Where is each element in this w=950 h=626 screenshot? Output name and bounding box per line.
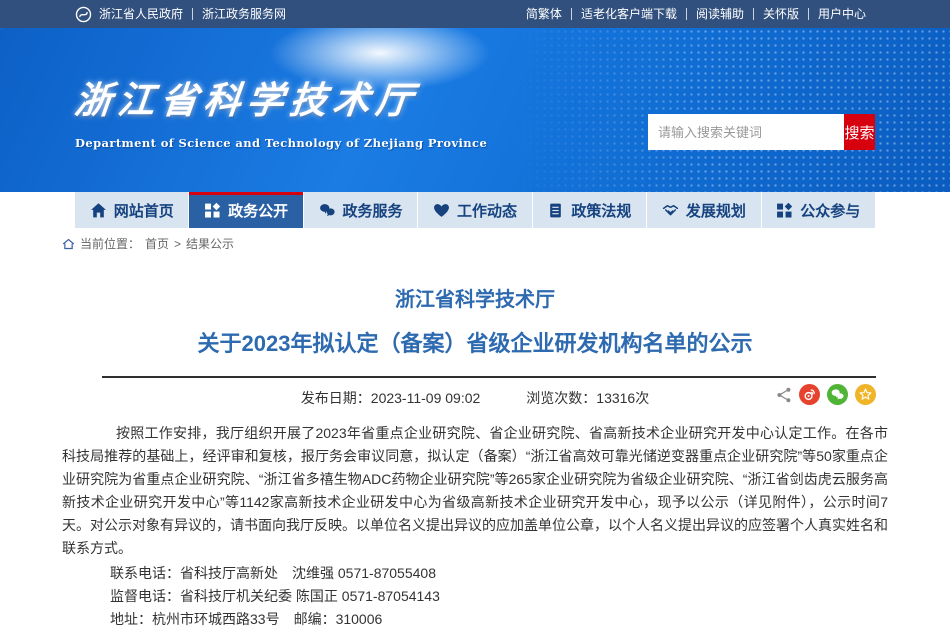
site-search: 搜索: [648, 114, 875, 150]
world-map-dots-decoration: [513, 28, 950, 192]
nav-label: 网站首页: [114, 200, 174, 221]
top-utility-bar: 浙江省人民政府 浙江政务服务网 简繁体 适老化客户端下载 阅读辅助 关怀版 用户…: [0, 0, 950, 28]
nav-item-gov-open[interactable]: 政务公开: [188, 192, 302, 228]
share-nodes-icon[interactable]: [775, 386, 792, 403]
article-title-line2: 关于2023年拟认定（备案）省级企业研发机构名单的公示: [62, 326, 888, 358]
home-small-icon: [62, 238, 75, 250]
search-button[interactable]: 搜索: [844, 114, 875, 150]
link-simplified-traditional[interactable]: 简繁体: [517, 8, 571, 20]
article-meta: 发布日期：2023-11-09 09:02 浏览次数：13316次: [62, 378, 888, 414]
nav-label: 政务服务: [343, 200, 403, 221]
weibo-share-icon[interactable]: [799, 384, 820, 405]
nav-label: 发展规划: [686, 200, 746, 221]
publish-date-label: 发布日期：: [301, 390, 371, 406]
link-zhejiang-service[interactable]: 浙江政务服务网: [192, 8, 295, 20]
nav-item-policy[interactable]: 政策法规: [532, 192, 646, 228]
nav-item-gov-service[interactable]: 政务服务: [303, 192, 417, 228]
gov-open-icon: [204, 202, 221, 219]
site-title-cn: 浙江省科学技术厅: [72, 70, 490, 124]
article-paragraph: 按照工作安排，我厅组织开展了2023年省重点企业研究院、省企业研究院、省高新技术…: [62, 422, 888, 560]
site-logo: 浙江省科学技术厅 Department of Science and Techn…: [75, 70, 487, 150]
article-title-line1: 浙江省科学技术厅: [62, 283, 888, 312]
breadcrumb: 当前位置： 首页 > 结果公示: [62, 228, 888, 257]
view-count-label: 浏览次数：: [526, 390, 596, 406]
view-count-value: 13316次: [596, 390, 649, 406]
share-toolbar: [775, 384, 876, 405]
publish-date-value: 2023-11-09 09:02: [371, 390, 481, 406]
heart-icon: [433, 202, 450, 219]
view-count: 浏览次数：13316次: [526, 388, 649, 408]
breadcrumb-home[interactable]: 首页: [145, 235, 169, 252]
contact-phone-line: 联系电话：省科技厅高新处 沈维强 0571-87055408: [110, 562, 888, 585]
document-icon: [547, 202, 564, 219]
breadcrumb-current[interactable]: 结果公示: [186, 235, 234, 252]
link-accessibility-client[interactable]: 适老化客户端下载: [571, 8, 686, 20]
breadcrumb-separator: >: [174, 237, 181, 251]
contact-info: 联系电话：省科技厅高新处 沈维强 0571-87055408 监督电话：省科技厅…: [62, 562, 888, 626]
article-content: 浙江省科学技术厅 关于2023年拟认定（备案）省级企业研发机构名单的公示 发布日…: [62, 283, 888, 626]
site-banner: 浙江省科学技术厅 Department of Science and Techn…: [0, 28, 950, 192]
government-emblem-icon: [75, 6, 92, 23]
link-care-version[interactable]: 关怀版: [753, 8, 808, 20]
participation-icon: [776, 202, 793, 219]
supervision-phone-line: 监督电话：省科技厅机关纪委 陈国正 0571-87054143: [110, 585, 888, 608]
nav-label: 政策法规: [571, 200, 631, 221]
nav-item-planning[interactable]: 发展规划: [646, 192, 760, 228]
wechat-share-icon[interactable]: [827, 384, 848, 405]
main-navigation: 网站首页 政务公开 政务服务: [0, 192, 950, 228]
publish-date: 发布日期：2023-11-09 09:02: [301, 388, 481, 408]
nav-label: 公众参与: [800, 200, 860, 221]
nav-item-work-news[interactable]: 工作动态: [417, 192, 531, 228]
chat-bubbles-icon: [319, 202, 336, 219]
link-user-center[interactable]: 用户中心: [808, 8, 875, 20]
breadcrumb-prefix: 当前位置：: [80, 235, 140, 252]
handshake-icon: [662, 202, 679, 219]
link-reading-assist[interactable]: 阅读辅助: [686, 8, 753, 20]
nav-item-home[interactable]: 网站首页: [75, 192, 188, 228]
link-zhejiang-gov[interactable]: 浙江省人民政府: [99, 8, 192, 20]
favorite-star-icon[interactable]: [855, 384, 876, 405]
address-line: 地址：杭州市环城西路33号 邮编：310006: [110, 608, 888, 626]
nav-item-participation[interactable]: 公众参与: [761, 192, 875, 228]
search-input[interactable]: [648, 114, 844, 150]
home-icon: [90, 202, 107, 219]
nav-label: 工作动态: [457, 200, 517, 221]
site-title-en: Department of Science and Technology of …: [75, 136, 487, 150]
nav-label: 政务公开: [228, 200, 288, 221]
